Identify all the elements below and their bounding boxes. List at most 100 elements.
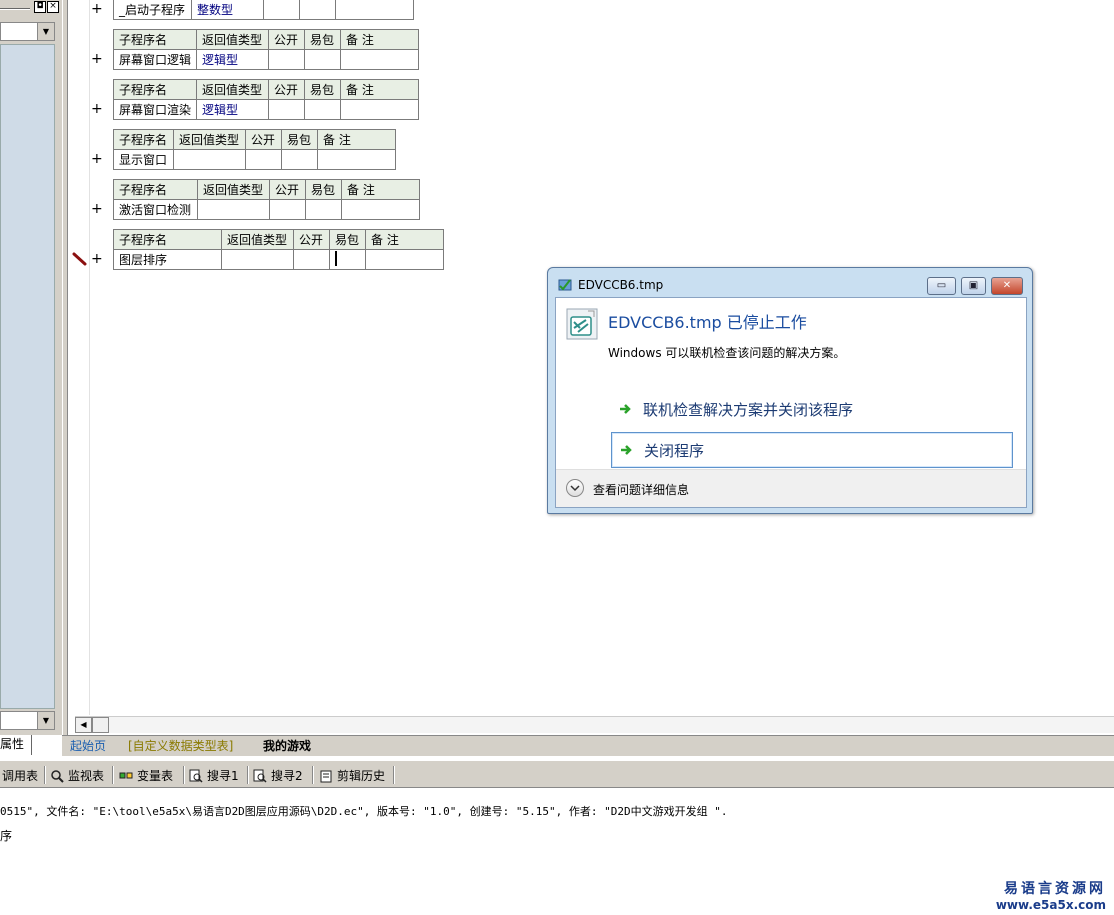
subroutine-cell[interactable] xyxy=(304,49,342,70)
search1-button[interactable]: 搜寻1 xyxy=(189,767,239,784)
horizontal-scrollbar[interactable]: ◀ xyxy=(75,716,1114,733)
expand-toggle[interactable]: + xyxy=(91,101,103,117)
subroutine-name-cell[interactable]: 屏幕窗口渲染 xyxy=(112,99,198,120)
subroutine-table[interactable]: 子程序名 返回值类型 公开 易包备 注显示窗口 xyxy=(113,129,396,170)
left-panel-selector[interactable]: ▼ xyxy=(0,22,55,41)
watermark-url: www.e5a5x.com xyxy=(995,898,1106,912)
subroutine-header-row: 子程序名 返回值类型 公开 易包备 注 xyxy=(113,229,444,250)
expand-toggle[interactable]: + xyxy=(91,51,103,67)
subroutine-cell[interactable] xyxy=(263,0,300,20)
header-cell: 备 注 xyxy=(340,29,420,50)
header-cell: 子程序名 xyxy=(113,179,198,200)
header-cell: 备 注 xyxy=(317,129,396,150)
scroll-left-icon[interactable]: ◀ xyxy=(75,717,92,733)
subroutine-table[interactable]: 子程序名 返回值类型 公开 易包备 注图层排序 xyxy=(113,229,444,270)
subroutine-row[interactable]: 激活窗口检测 xyxy=(113,199,420,220)
subroutine-cell[interactable] xyxy=(281,149,318,170)
call-table-button[interactable]: 调用表 xyxy=(2,767,38,784)
variable-table-button[interactable]: 变量表 xyxy=(119,767,173,784)
header-cell: 易包 xyxy=(304,79,342,100)
return-type-cell[interactable] xyxy=(221,249,294,270)
return-type-cell[interactable]: 整数型 xyxy=(191,0,264,20)
left-panel-bottom-selector[interactable]: ▼ xyxy=(0,711,55,730)
subroutine-cell[interactable] xyxy=(293,249,330,270)
expand-toggle[interactable]: + xyxy=(91,151,103,167)
subroutine-name-cell[interactable]: 显示窗口 xyxy=(113,149,174,170)
expand-toggle[interactable]: + xyxy=(91,1,103,17)
subroutine-cell[interactable] xyxy=(340,99,420,120)
pin-icon[interactable]: ◘ xyxy=(34,1,46,13)
subroutine-table[interactable]: _启动子程序 整数型 xyxy=(113,0,414,20)
subroutine-cell[interactable] xyxy=(268,49,306,70)
output-panel[interactable]: 0515", 文件名: "E:\tool\e5a5x\易语言D2D图层应用源码\… xyxy=(0,790,1114,915)
subroutine-cell[interactable] xyxy=(365,249,444,270)
subroutine-row[interactable]: 显示窗口 xyxy=(113,149,396,170)
dialog-title: EDVCCB6.tmp xyxy=(578,278,664,292)
close-program-button[interactable]: 关闭程序 xyxy=(611,432,1013,468)
subroutine-cell[interactable] xyxy=(335,0,414,20)
subroutine-cell[interactable] xyxy=(304,99,342,120)
subroutine-name-cell[interactable]: 激活窗口检测 xyxy=(113,199,198,220)
subroutine-table[interactable]: 子程序名 返回值类型 公开 易包备 注激活窗口检测 xyxy=(113,179,420,220)
tab-custom-data-types[interactable]: [自定义数据类型表] xyxy=(128,737,233,755)
chevron-down-icon xyxy=(570,485,580,492)
header-cell: 易包 xyxy=(281,129,318,150)
watch-table-label: 监视表 xyxy=(68,769,105,783)
subroutine-cell[interactable] xyxy=(341,199,420,220)
variable-table-label: 变量表 xyxy=(137,769,174,783)
subroutine-cell[interactable] xyxy=(340,49,420,70)
subroutine-row[interactable]: _启动子程序 整数型 xyxy=(113,0,414,20)
tab-properties[interactable]: 属性 xyxy=(0,735,32,755)
subroutine-cell[interactable] xyxy=(299,0,336,20)
tab-my-game[interactable]: 我的游戏 xyxy=(263,737,311,755)
header-cell: 易包 xyxy=(305,179,342,200)
watermark-title: 易语言资源网 xyxy=(1004,881,1106,897)
close-button[interactable]: ✕ xyxy=(991,277,1023,295)
tab-label: 我的游戏 xyxy=(263,739,312,753)
tab-start-page[interactable]: 起始页 xyxy=(70,737,106,755)
header-cell: 子程序名 xyxy=(113,229,222,250)
subroutine-name-cell[interactable]: 屏幕窗口逻辑 xyxy=(112,49,198,70)
dialog-description: Windows 可以联机检查该问题的解决方案。 xyxy=(608,346,846,360)
scroll-thumb[interactable] xyxy=(92,717,109,733)
toolbar-separator xyxy=(44,766,46,784)
clip-history-button[interactable]: 剪辑历史 xyxy=(319,767,385,784)
subroutine-name-cell[interactable]: 图层排序 xyxy=(113,249,222,270)
chevron-down-icon[interactable]: ▼ xyxy=(37,23,54,40)
close-icon[interactable]: × xyxy=(47,1,59,13)
expand-toggle[interactable]: + xyxy=(91,251,103,267)
subroutine-cell[interactable] xyxy=(268,99,306,120)
check-online-and-close-button[interactable]: 联机检查解决方案并关闭该程序 xyxy=(611,391,1013,427)
subroutine-table[interactable]: 子程序名 返回值类型 公开 易包备 注屏幕窗口逻辑 逻辑型 xyxy=(112,29,420,70)
subroutine-header-row: 子程序名 返回值类型 公开 易包备 注 xyxy=(113,129,396,150)
subroutine-row[interactable]: 屏幕窗口逻辑 逻辑型 xyxy=(112,49,420,70)
clip-history-label: 剪辑历史 xyxy=(337,769,386,783)
property-list[interactable] xyxy=(0,44,55,709)
expand-details-button[interactable] xyxy=(566,479,584,497)
return-type-cell[interactable]: 逻辑型 xyxy=(196,49,270,70)
search2-button[interactable]: 搜寻2 xyxy=(253,767,303,784)
details-label[interactable]: 查看问题详细信息 xyxy=(593,481,689,498)
subroutine-row[interactable]: 屏幕窗口渲染 逻辑型 xyxy=(112,99,420,120)
chevron-down-icon[interactable]: ▼ xyxy=(37,712,54,729)
subroutine-name-cell[interactable]: _启动子程序 xyxy=(113,0,192,20)
call-table-label: 调用表 xyxy=(2,769,39,783)
search-doc-icon xyxy=(253,769,267,783)
dialog-body: EDVCCB6.tmp 已停止工作 Windows 可以联机检查该问题的解决方案… xyxy=(555,297,1027,508)
subroutine-cell[interactable] xyxy=(269,199,306,220)
watch-table-button[interactable]: 监视表 xyxy=(50,767,104,784)
maximize-button[interactable]: ▣ xyxy=(961,277,986,295)
toolbar-separator xyxy=(112,766,114,784)
subroutine-cell[interactable] xyxy=(305,199,342,220)
dialog-heading: EDVCCB6.tmp 已停止工作 xyxy=(608,313,807,332)
subroutine-row[interactable]: 图层排序 xyxy=(113,249,444,270)
return-type-cell[interactable]: 逻辑型 xyxy=(196,99,270,120)
minimize-button[interactable]: ▭ xyxy=(927,277,956,295)
subroutine-cell[interactable] xyxy=(317,149,396,170)
header-cell: 子程序名 xyxy=(112,29,198,50)
expand-toggle[interactable]: + xyxy=(91,201,103,217)
return-type-cell[interactable] xyxy=(197,199,270,220)
subroutine-cell[interactable] xyxy=(245,149,282,170)
return-type-cell[interactable] xyxy=(173,149,246,170)
subroutine-table[interactable]: 子程序名 返回值类型 公开 易包备 注屏幕窗口渲染 逻辑型 xyxy=(112,79,420,120)
